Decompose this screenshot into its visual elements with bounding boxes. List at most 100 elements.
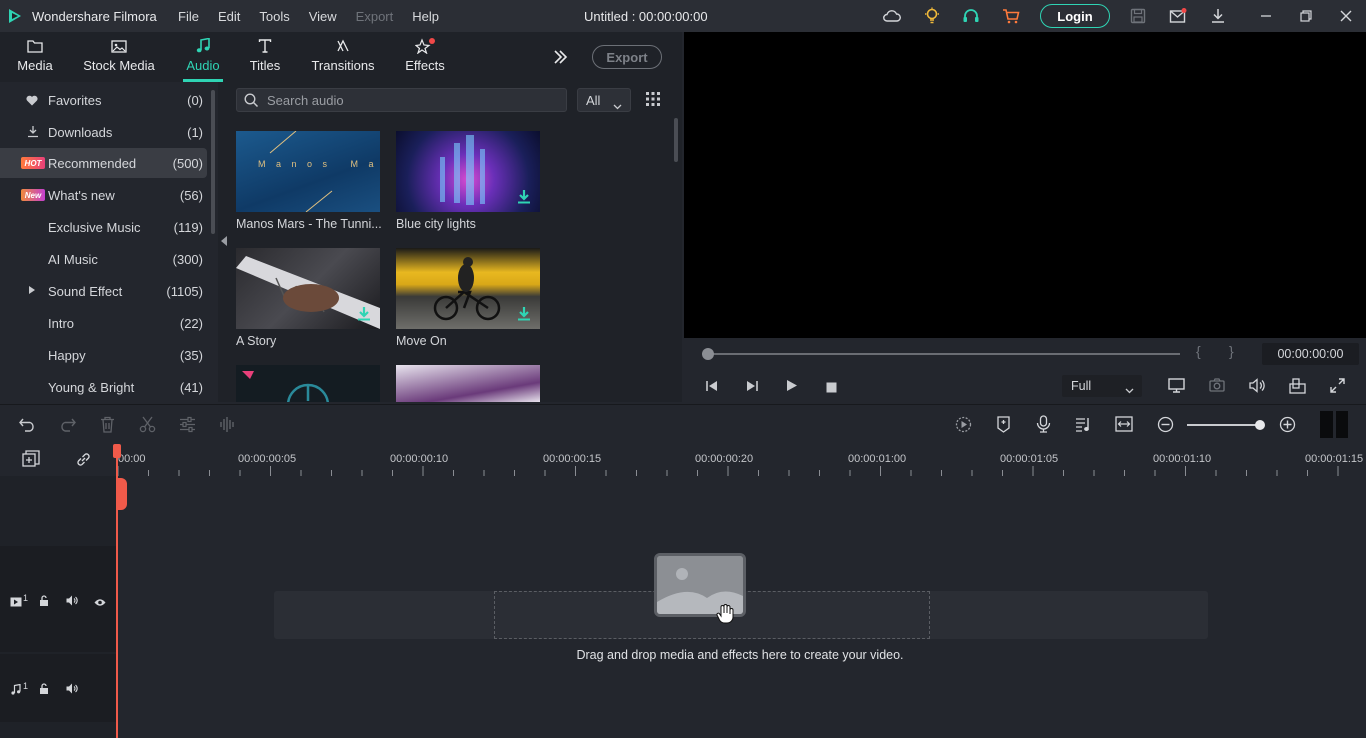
audio-thumbnail	[396, 248, 540, 329]
aspect-ratio-icon[interactable]	[1289, 378, 1306, 399]
zoom-in-icon[interactable]	[1279, 416, 1296, 438]
download-icon[interactable]	[1208, 6, 1228, 26]
category-young-bright[interactable]: Young & Bright (41)	[0, 372, 207, 402]
volume-icon[interactable]	[1249, 378, 1266, 398]
category-count: (500)	[172, 155, 203, 171]
link-icon[interactable]	[75, 451, 92, 473]
preview-quality-dropdown[interactable]: Full	[1062, 375, 1142, 397]
mark-in-button[interactable]: {	[1196, 343, 1201, 359]
mark-out-button[interactable]: }	[1229, 343, 1234, 359]
step-forward-icon[interactable]	[745, 379, 759, 397]
audio-list-scrollbar[interactable]	[674, 118, 678, 162]
cut-icon[interactable]	[139, 416, 156, 438]
audio-item[interactable]: A Story	[236, 248, 380, 348]
headset-icon[interactable]	[961, 6, 981, 26]
tab-media[interactable]: Media	[12, 32, 58, 82]
track-headers: 1 1	[0, 476, 116, 738]
category-happy[interactable]: Happy (35)	[0, 340, 207, 370]
tab-label: Stock Media	[83, 58, 155, 73]
search-input[interactable]	[267, 89, 557, 111]
render-preview-icon[interactable]	[955, 416, 972, 438]
tab-transitions[interactable]: Transitions	[311, 32, 375, 82]
eye-icon[interactable]	[94, 594, 106, 612]
marker-icon[interactable]	[996, 416, 1011, 438]
save-icon[interactable]	[1128, 6, 1148, 26]
timeline-ruler[interactable]: 00:00 00:00:00:05 00:00:00:10 00:00:00:1…	[0, 444, 1366, 476]
close-icon[interactable]	[1336, 6, 1356, 26]
zoom-out-icon[interactable]	[1157, 416, 1174, 438]
menu-export[interactable]: Export	[356, 9, 394, 24]
more-tabs-icon[interactable]	[552, 49, 568, 65]
download-icon[interactable]	[358, 307, 370, 321]
audio-item[interactable]	[396, 365, 540, 402]
category-downloads[interactable]: Downloads (1)	[0, 117, 207, 147]
category-whats-new[interactable]: New What's new (56)	[0, 180, 207, 210]
restore-icon[interactable]	[1296, 6, 1316, 26]
cart-icon[interactable]	[1001, 6, 1021, 26]
category-exclusive-music[interactable]: Exclusive Music (119)	[0, 212, 207, 242]
filter-dropdown[interactable]: All	[577, 88, 631, 112]
playhead-handle[interactable]	[116, 478, 127, 510]
cloud-icon[interactable]	[882, 6, 902, 26]
mail-icon[interactable]	[1168, 6, 1188, 26]
redo-icon[interactable]	[59, 417, 76, 437]
audio-mixer-icon[interactable]	[1075, 416, 1092, 438]
preview-scrubber[interactable]	[706, 353, 1180, 355]
menu-help[interactable]: Help	[412, 9, 439, 24]
mute-track-icon[interactable]	[66, 681, 78, 699]
category-name: Intro	[48, 315, 75, 331]
display-settings-icon[interactable]	[1168, 378, 1185, 398]
lightbulb-icon[interactable]	[922, 6, 942, 26]
audio-waveform-icon[interactable]	[219, 416, 236, 438]
audio-item[interactable]: Blue city lights	[396, 131, 540, 231]
video-track-number: 1	[23, 593, 29, 603]
tab-stock-media[interactable]: Stock Media	[82, 32, 156, 82]
mute-track-icon[interactable]	[66, 593, 78, 611]
fullscreen-icon[interactable]	[1330, 378, 1345, 398]
step-back-icon[interactable]	[705, 379, 719, 397]
category-sound-effect[interactable]: Sound Effect (1105)	[0, 276, 207, 306]
sidebar-scrollbar[interactable]	[211, 90, 215, 234]
quality-value: Full	[1071, 379, 1092, 393]
fit-timeline-icon[interactable]	[1115, 416, 1133, 437]
category-favorites[interactable]: Favorites (0)	[0, 85, 207, 115]
menu-tools[interactable]: Tools	[259, 9, 289, 24]
adjust-icon[interactable]	[179, 416, 196, 438]
menu-view[interactable]: View	[309, 9, 337, 24]
audio-item[interactable]	[236, 365, 380, 402]
play-icon[interactable]	[786, 379, 798, 397]
download-icon[interactable]	[518, 307, 530, 321]
microphone-icon[interactable]	[1036, 415, 1051, 438]
audio-item[interactable]: M a n o s M a r s Manos Mars - The Tunni…	[236, 131, 382, 231]
delete-icon[interactable]	[100, 416, 115, 438]
category-recommended[interactable]: HOT Recommended (500)	[0, 148, 207, 178]
lock-icon[interactable]	[39, 681, 49, 699]
zoom-slider-handle[interactable]	[1255, 420, 1265, 430]
tab-audio[interactable]: Audio	[183, 32, 223, 82]
tab-titles[interactable]: Titles	[248, 32, 282, 82]
minimize-icon[interactable]	[1256, 6, 1276, 26]
timeline-toolbar	[0, 404, 1366, 444]
lock-icon[interactable]	[39, 593, 49, 611]
download-icon[interactable]	[518, 190, 530, 204]
undo-icon[interactable]	[19, 417, 36, 437]
snapshot-icon[interactable]	[1209, 378, 1225, 397]
zoom-slider[interactable]	[1187, 424, 1259, 426]
menu-file[interactable]: File	[178, 9, 199, 24]
tab-effects[interactable]: Effects	[404, 32, 446, 82]
category-count: (35)	[179, 347, 203, 363]
expand-arrow-icon[interactable]	[29, 286, 35, 294]
category-count: (1)	[187, 124, 203, 140]
add-track-icon[interactable]	[22, 450, 40, 473]
category-intro[interactable]: Intro (22)	[0, 308, 207, 338]
tab-label: Audio	[186, 58, 220, 73]
audio-item[interactable]: Move On	[396, 248, 540, 348]
category-ai-music[interactable]: AI Music (300)	[0, 244, 207, 274]
scrubber-handle[interactable]	[702, 348, 714, 360]
menu-edit[interactable]: Edit	[218, 9, 240, 24]
grid-view-icon[interactable]	[646, 92, 662, 108]
stop-icon[interactable]	[826, 380, 837, 398]
login-button[interactable]: Login	[1040, 4, 1110, 28]
playhead-marker[interactable]	[113, 444, 121, 458]
export-button[interactable]: Export	[592, 45, 662, 69]
